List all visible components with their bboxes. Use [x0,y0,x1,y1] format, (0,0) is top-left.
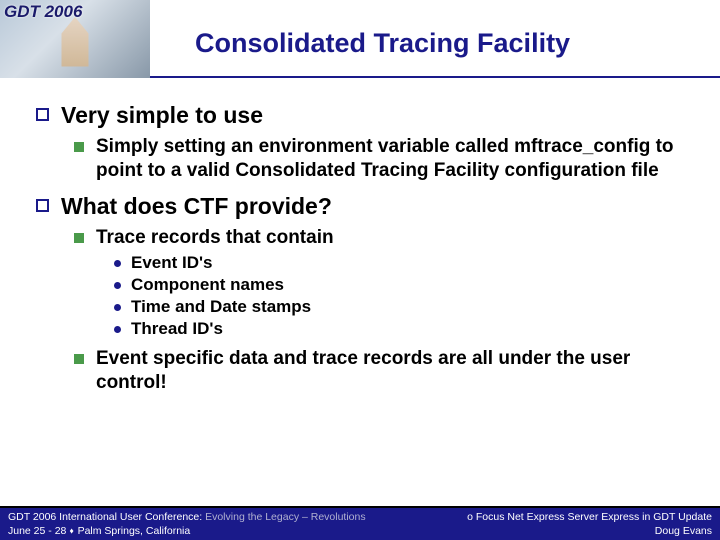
bullet-text: Thread ID's [131,319,223,339]
bullet-text: Very simple to use [61,102,263,129]
bullet-text: Event ID's [131,253,213,273]
bullet-level1: What does CTF provide? [36,193,694,220]
dot-bullet-icon [114,260,121,267]
slide-header: GDT 2006 Consolidated Tracing Facility [0,0,720,78]
bullet-text: Trace records that contain [96,226,334,250]
square-fill-bullet-icon [74,142,84,152]
square-open-bullet-icon [36,199,49,212]
bullet-level1: Very simple to use [36,102,694,129]
slide-title: Consolidated Tracing Facility [195,28,570,59]
square-fill-bullet-icon [74,354,84,364]
bullet-text: What does CTF provide? [61,193,332,220]
slide-footer: GDT 2006 International User Conference: … [0,506,720,540]
bullet-text: Time and Date stamps [131,297,311,317]
square-open-bullet-icon [36,108,49,121]
dot-bullet-icon [114,326,121,333]
slide-content: Very simple to use Simply setting an env… [0,78,720,395]
bullet-level3: Time and Date stamps [114,297,694,317]
bullet-text: Component names [131,275,284,295]
bullet-level2: Event specific data and trace records ar… [74,347,694,395]
dot-bullet-icon [114,304,121,311]
bullet-level2: Simply setting an environment variable c… [74,135,694,183]
dot-bullet-icon [114,282,121,289]
logo-image: GDT 2006 [0,0,150,78]
bullet-level2: Trace records that contain [74,226,694,250]
logo-text: GDT 2006 [4,2,82,22]
footer-topic: o Focus Net Express Server Express in GD… [467,511,712,525]
bullet-level3: Event ID's [114,253,694,273]
footer-left: GDT 2006 International User Conference: … [8,511,366,540]
bullet-text: Event specific data and trace records ar… [96,347,694,395]
footer-conf-tagline: Evolving the Legacy – Revolutions [205,511,366,523]
bullet-level3: Component names [114,275,694,295]
diamond-icon: ♦ [70,526,74,537]
bullet-text: Simply setting an environment variable c… [96,135,694,183]
footer-conf-label: GDT 2006 International User Conference: [8,511,205,523]
footer-right: o Focus Net Express Server Express in GD… [467,511,712,540]
footer-location: Palm Springs, California [78,525,191,537]
footer-author: Doug Evans [467,525,712,539]
footer-dates: June 25 - 28 [8,525,66,537]
bullet-level3: Thread ID's [114,319,694,339]
square-fill-bullet-icon [74,233,84,243]
